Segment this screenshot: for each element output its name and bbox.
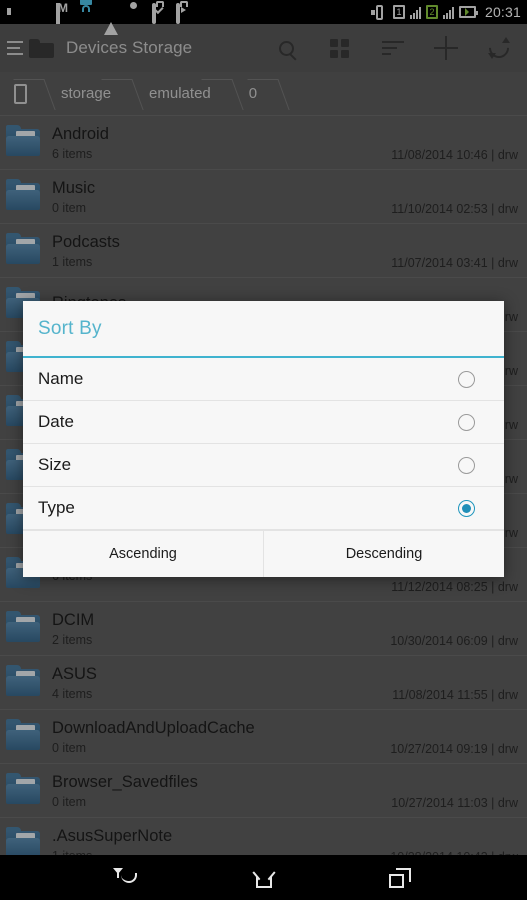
dialog-actions: Ascending Descending	[23, 530, 504, 577]
back-button[interactable]	[100, 855, 156, 900]
ascending-button[interactable]: Ascending	[23, 531, 263, 577]
radio-button-type[interactable]	[458, 499, 475, 517]
radio-button-name[interactable]	[458, 370, 475, 388]
descending-button[interactable]: Descending	[263, 531, 504, 577]
sort-option-label: Type	[38, 498, 75, 517]
home-icon	[251, 863, 276, 888]
navigation-bar	[0, 855, 527, 900]
sort-option-label: Size	[38, 455, 72, 474]
sort-option-label: Date	[38, 412, 74, 431]
sort-option-date[interactable]: Date	[23, 401, 504, 444]
back-icon	[112, 867, 139, 887]
recent-apps-button[interactable]	[372, 855, 428, 900]
dialog-header: Sort By	[23, 301, 504, 358]
dialog-title: Sort By	[38, 317, 102, 339]
radio-button-size[interactable]	[458, 456, 475, 474]
home-button[interactable]	[236, 855, 292, 900]
sort-option-size[interactable]: Size	[23, 444, 504, 487]
sort-option-type[interactable]: Type	[23, 487, 504, 530]
sort-option-name[interactable]: Name	[23, 358, 504, 401]
sort-option-label: Name	[38, 369, 84, 388]
sort-by-dialog: Sort By Name Date Size Type Ascending De…	[23, 301, 504, 577]
recent-apps-icon	[388, 867, 411, 888]
radio-button-date[interactable]	[458, 413, 475, 431]
